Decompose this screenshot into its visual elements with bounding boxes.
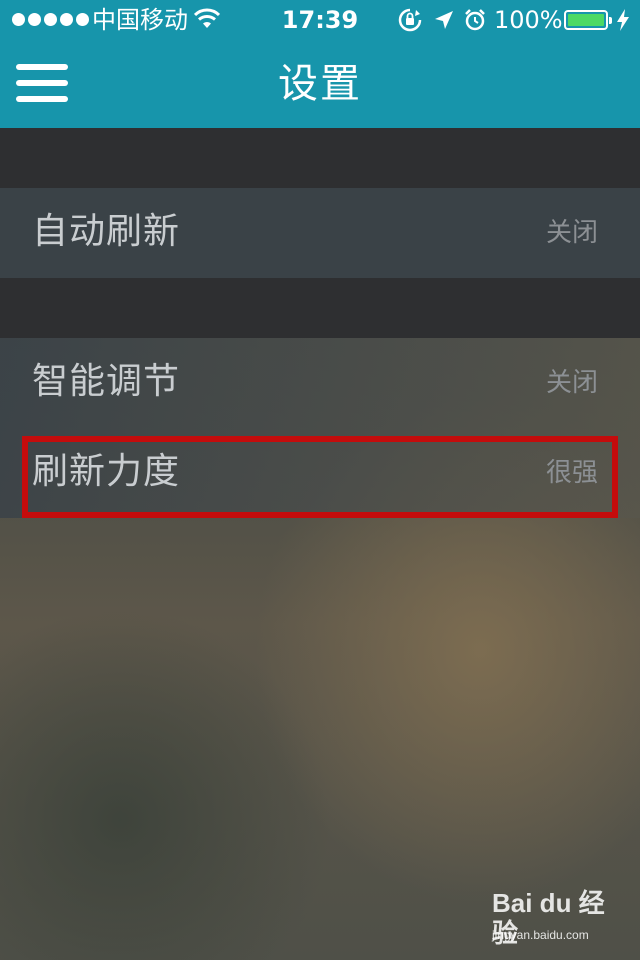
baidu-jingyan-watermark: Bai du 经验 jingyan.baidu.com [492, 888, 612, 948]
alarm-icon [465, 9, 485, 31]
top-header: 中国移动 17:39 100% 设置 [0, 0, 640, 128]
page-title: 设置 [278, 61, 362, 107]
setting-row-smart-adjust[interactable]: 智能调节 关闭 [0, 338, 640, 428]
setting-row-auto-refresh[interactable]: 自动刷新 关闭 [0, 188, 640, 278]
battery-icon [564, 10, 612, 30]
highlight-box [22, 436, 618, 518]
section-spacer [0, 128, 640, 188]
setting-label: 智能调节 [32, 361, 181, 402]
section-spacer [0, 278, 640, 338]
location-arrow-icon [435, 11, 453, 29]
charging-bolt-icon [617, 9, 629, 31]
setting-value: 关闭 [545, 368, 598, 398]
battery-percent: 100% [494, 6, 563, 34]
setting-label: 自动刷新 [32, 211, 181, 252]
setting-value: 关闭 [545, 218, 598, 248]
status-bar: 中国移动 17:39 100% [0, 0, 640, 40]
rotation-lock-icon [398, 8, 422, 32]
watermark-url: jingyan.baidu.com [492, 928, 589, 942]
